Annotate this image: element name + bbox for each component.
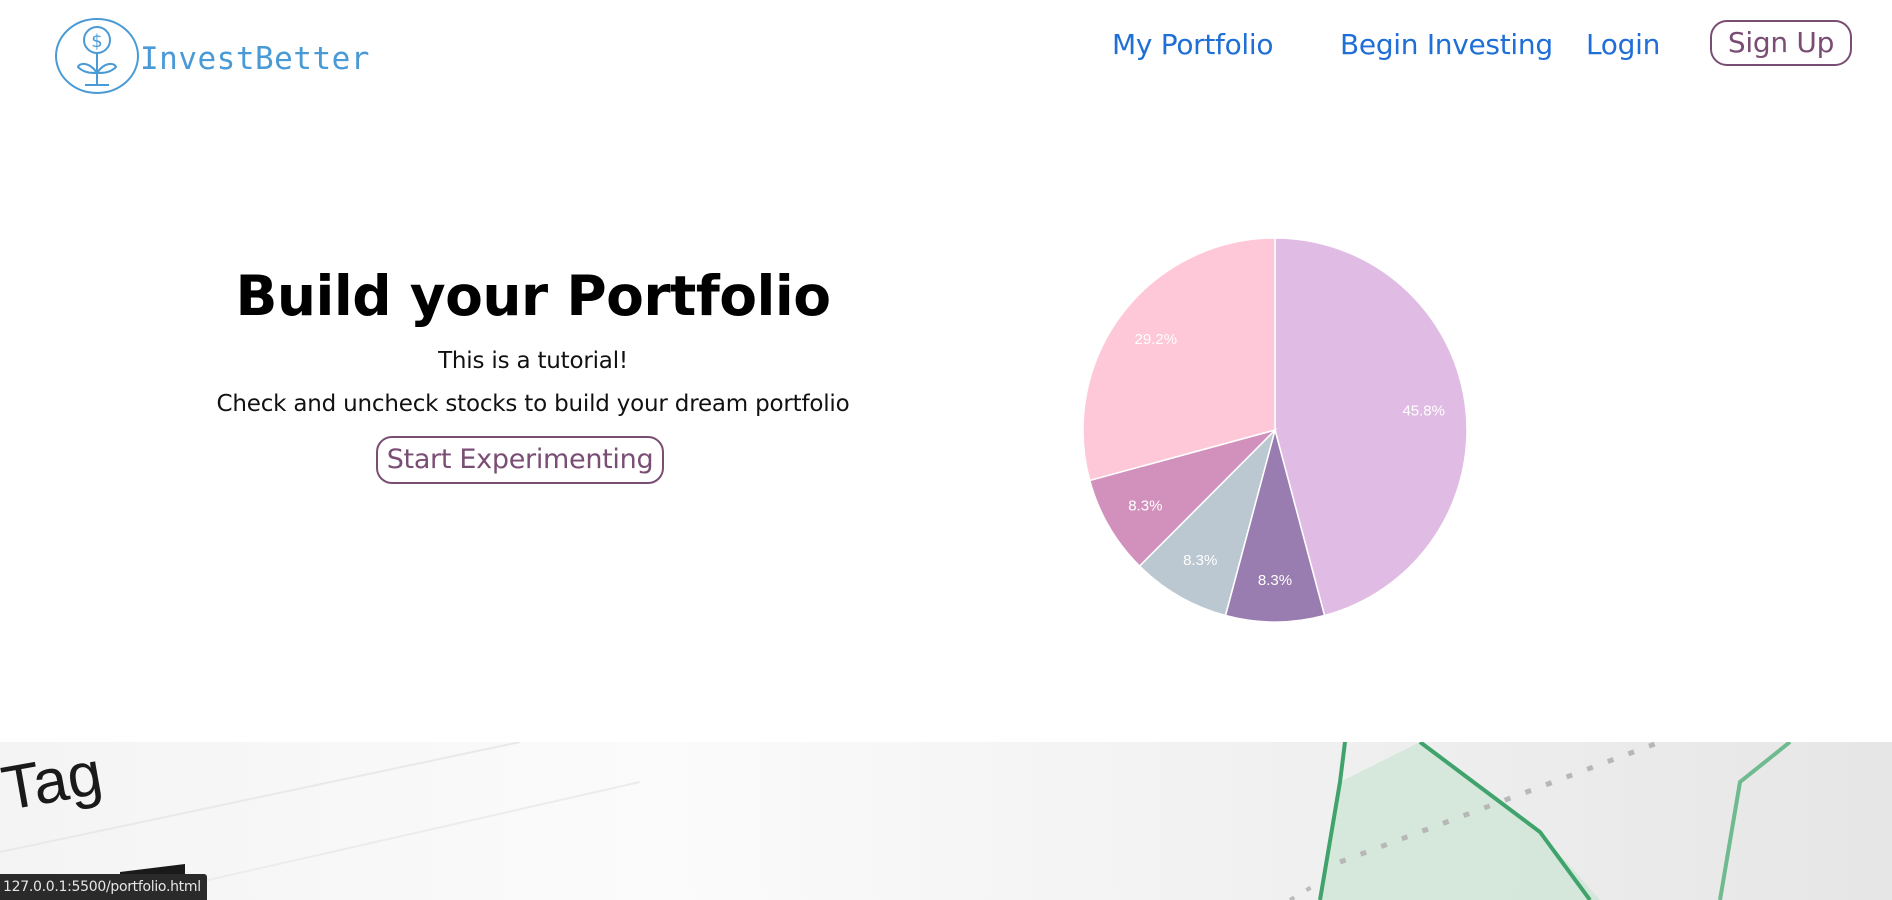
svg-text:$: $	[91, 31, 102, 52]
hero-description: Check and uncheck stocks to build your d…	[216, 391, 850, 417]
brand-name: InvestBetter	[140, 41, 370, 77]
pie-chart-svg: 45.8% 8.3% 8.3% 8.3% 29.2%	[1082, 237, 1468, 623]
site-header: $ InvestBetter My Portfolio Begin Invest…	[0, 0, 1892, 120]
brand-logo-link[interactable]: $ InvestBetter	[54, 17, 370, 95]
pie-label-0: 45.8%	[1402, 402, 1445, 419]
pie-label-3: 8.3%	[1128, 497, 1162, 514]
pie-label-4: 29.2%	[1135, 331, 1178, 348]
portfolio-pie-chart: 45.8% 8.3% 8.3% 8.3% 29.2%	[1070, 230, 1480, 630]
hero-subtitle: This is a tutorial!	[438, 348, 628, 374]
hero-section: Build your Portfolio This is a tutorial!…	[130, 260, 936, 484]
stock-chart-illustration: Tag	[0, 742, 1892, 900]
page-title: Build your Portfolio	[235, 264, 831, 328]
dollar-seedling-icon: $	[55, 18, 139, 94]
nav-my-portfolio-link[interactable]: My Portfolio	[1112, 28, 1274, 61]
nav-login-link[interactable]: Login	[1586, 28, 1660, 61]
background-chart-image: Tag	[0, 742, 1892, 900]
nav-begin-investing-link[interactable]: Begin Investing	[1340, 28, 1553, 61]
sign-up-button[interactable]: Sign Up	[1710, 20, 1852, 66]
pie-label-2: 8.3%	[1183, 552, 1217, 569]
status-bar-url: 127.0.0.1:5500/portfolio.html	[0, 874, 207, 900]
start-experimenting-button[interactable]: Start Experimenting	[375, 436, 665, 484]
pie-label-1: 8.3%	[1258, 572, 1292, 589]
